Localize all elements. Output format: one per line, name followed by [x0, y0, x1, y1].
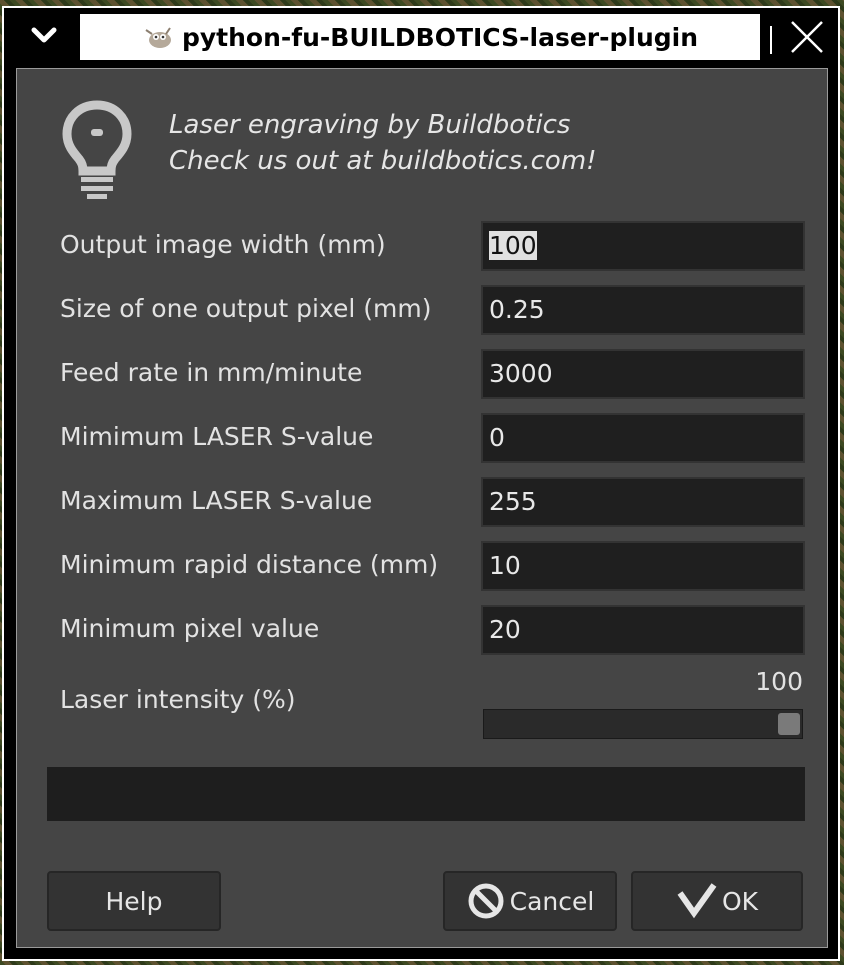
rapid-distance-label: Minimum rapid distance (mm) — [60, 550, 439, 579]
title-bar[interactable]: python-fu-BUILDBOTICS-laser-plugin — [4, 8, 838, 64]
close-icon — [791, 21, 823, 53]
laser-intensity-value: 100 — [755, 667, 803, 696]
pixel-size-input[interactable]: 0.25 — [481, 285, 805, 335]
field-row-min-pixel-value: Minimum pixel value 20 — [17, 605, 827, 655]
output-width-value: 100 — [489, 231, 537, 260]
chevron-down-icon — [31, 27, 57, 43]
min-s-value-label: Mimimum LASER S-value — [60, 422, 374, 451]
field-row-feed-rate: Feed rate in mm/minute 3000 — [17, 349, 827, 399]
dialog-body: Laser engraving by Buildbotics Check us … — [16, 68, 828, 948]
title-separator — [770, 26, 772, 54]
min-pixel-value-input[interactable]: 20 — [481, 605, 805, 655]
feed-rate-label: Feed rate in mm/minute — [60, 358, 363, 387]
window-menu-button[interactable] — [14, 12, 74, 60]
field-row-rapid-distance: Minimum rapid distance (mm) 10 — [17, 541, 827, 591]
lightbulb-icon — [62, 100, 132, 199]
cancel-circle-icon — [468, 883, 504, 919]
slider-handle[interactable] — [778, 713, 800, 735]
help-button-label: Help — [105, 886, 163, 916]
laser-intensity-slider[interactable] — [483, 709, 803, 739]
output-width-label: Output image width (mm) — [60, 230, 386, 259]
max-s-value-input[interactable]: 255 — [481, 477, 805, 527]
min-pixel-value-label: Minimum pixel value — [60, 614, 320, 643]
field-row-max-s-value: Maximum LASER S-value 255 — [17, 477, 827, 527]
slider-fill — [484, 710, 802, 738]
title-box: python-fu-BUILDBOTICS-laser-plugin — [80, 14, 760, 60]
gimp-wilber-icon — [145, 27, 171, 48]
cancel-button-label: Cancel — [509, 886, 595, 916]
field-row-output-width: Output image width (mm) 100 — [17, 221, 827, 271]
progress-bar — [47, 767, 805, 821]
pixel-size-label: Size of one output pixel (mm) — [60, 294, 432, 323]
plugin-window: python-fu-BUILDBOTICS-laser-plugin Laser… — [2, 6, 840, 961]
checkmark-icon — [677, 883, 717, 919]
laser-intensity-label: Laser intensity (%) — [60, 685, 296, 714]
window-title: python-fu-BUILDBOTICS-laser-plugin — [181, 22, 699, 52]
max-s-value-label: Maximum LASER S-value — [60, 486, 373, 515]
help-button[interactable]: Help — [47, 871, 221, 931]
description-line-1: Laser engraving by Buildbotics — [169, 110, 571, 140]
rapid-distance-input[interactable]: 10 — [481, 541, 805, 591]
ok-button-label: OK — [721, 886, 759, 916]
field-row-pixel-size: Size of one output pixel (mm) 0.25 — [17, 285, 827, 335]
cancel-button[interactable]: Cancel — [443, 871, 617, 931]
plugin-description: Laser engraving by Buildbotics Check us … — [169, 107, 597, 179]
description-line-2: Check us out at buildbotics.com! — [169, 146, 597, 176]
output-width-input[interactable]: 100 — [481, 221, 805, 271]
ok-button[interactable]: OK — [631, 871, 803, 931]
feed-rate-input[interactable]: 3000 — [481, 349, 805, 399]
close-button[interactable] — [784, 14, 830, 60]
min-s-value-input[interactable]: 0 — [481, 413, 805, 463]
field-row-min-s-value: Mimimum LASER S-value 0 — [17, 413, 827, 463]
